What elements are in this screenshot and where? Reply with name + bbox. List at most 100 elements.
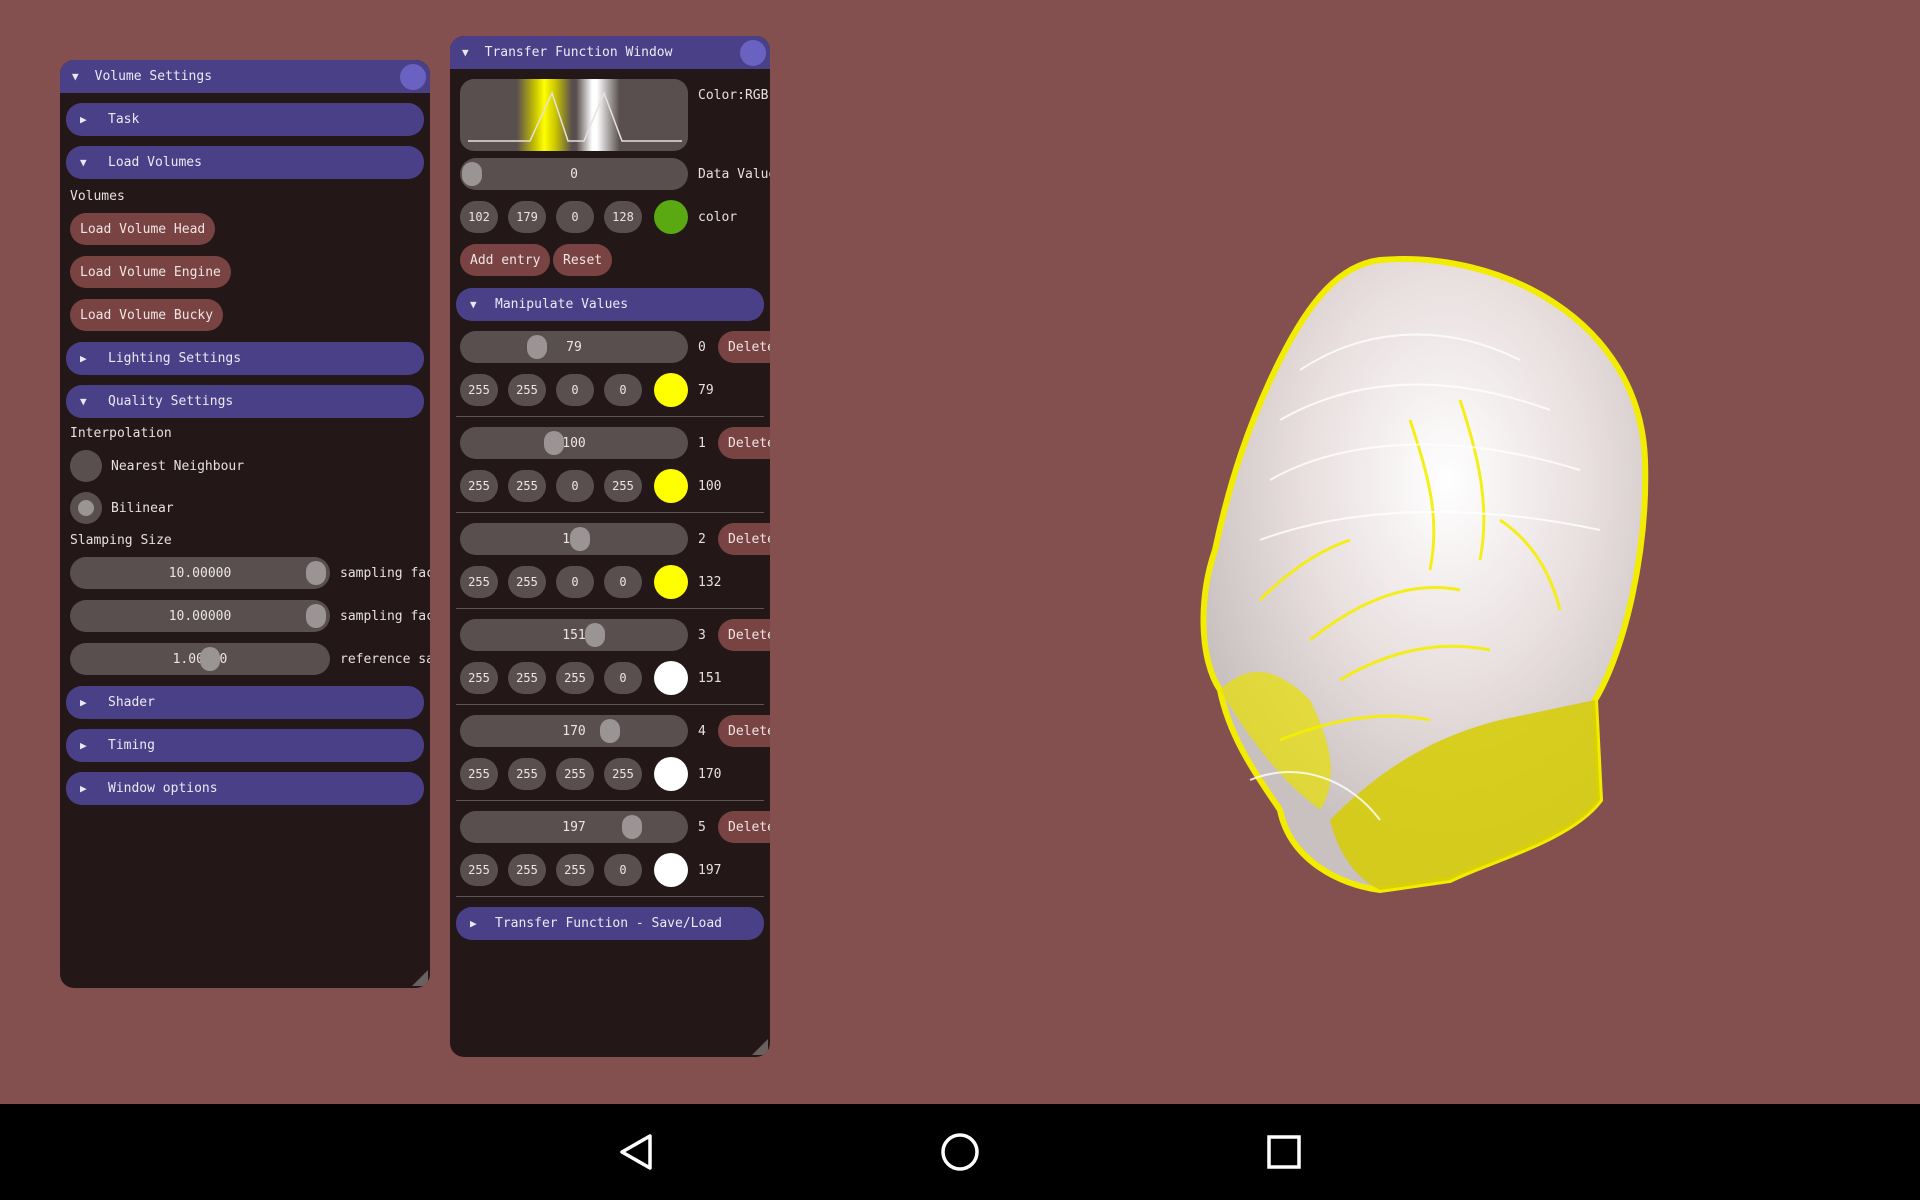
slider-knob[interactable]	[544, 431, 564, 455]
entry-a-input[interactable]: 0	[604, 662, 642, 694]
entry-value-slider[interactable]: 79	[460, 331, 688, 363]
close-window-icon[interactable]	[400, 64, 426, 90]
delete-entry-button[interactable]: Delete	[718, 619, 770, 651]
resize-grip-icon[interactable]	[412, 970, 428, 986]
add-entry-button[interactable]: Add entry	[460, 244, 551, 276]
entry-color-swatch[interactable]	[654, 661, 688, 695]
entry-r-input[interactable]: 255	[460, 566, 498, 598]
delete-entry-button[interactable]: Delete	[718, 331, 770, 363]
header-manipulate-values[interactable]: ▼ Manipulate Values	[456, 288, 764, 321]
data-value-slider[interactable]: 0	[460, 158, 688, 190]
back-triangle-icon[interactable]	[616, 1132, 656, 1172]
slider-knob[interactable]	[622, 815, 642, 839]
header-timing-label: Timing	[108, 738, 155, 753]
volume-settings-window: ▼ Volume Settings ▶ Task ▼ Load Volumes …	[60, 60, 430, 988]
sampling-factor-slider-1[interactable]: 10.00000	[70, 557, 330, 589]
entry-r-input[interactable]: 255	[460, 758, 498, 790]
delete-entry-button[interactable]: Delete	[718, 523, 770, 555]
entry-b-input[interactable]: 0	[556, 566, 594, 598]
entry-b-input[interactable]: 255	[556, 758, 594, 790]
entry-r-input[interactable]: 255	[460, 854, 498, 886]
interpolation-label: Interpolation	[70, 426, 172, 441]
header-quality-settings[interactable]: ▼ Quality Settings	[66, 385, 424, 418]
header-lighting-settings[interactable]: ▶ Lighting Settings	[66, 342, 424, 375]
head-volume-render	[1200, 256, 1649, 894]
slider-knob[interactable]	[306, 604, 326, 628]
entry-g-input[interactable]: 255	[508, 470, 546, 502]
entry-r-input[interactable]: 255	[460, 374, 498, 406]
entry-b-input[interactable]: 0	[556, 470, 594, 502]
entry-separator	[456, 512, 764, 513]
header-load-volumes[interactable]: ▼ Load Volumes	[66, 146, 424, 179]
entry-b-input[interactable]: 255	[556, 662, 594, 694]
header-window-options[interactable]: ▶ Window options	[66, 772, 424, 805]
delete-entry-button[interactable]: Delete	[718, 427, 770, 459]
entry-color-swatch[interactable]	[654, 373, 688, 407]
slider-knob[interactable]	[585, 623, 605, 647]
collapse-arrow-icon[interactable]: ▼	[462, 46, 469, 59]
load-volume-head-button[interactable]: Load Volume Head	[70, 213, 216, 245]
color-swatch[interactable]	[654, 200, 688, 234]
entry-b-input[interactable]: 255	[556, 854, 594, 886]
entry-color-swatch[interactable]	[654, 565, 688, 599]
slider-knob[interactable]	[200, 647, 220, 671]
entry-color-swatch[interactable]	[654, 469, 688, 503]
close-window-icon[interactable]	[740, 40, 766, 66]
entry-value-slider[interactable]: 151	[460, 619, 688, 651]
transfer-function-preview[interactable]	[460, 79, 688, 151]
collapse-arrow-icon: ▼	[470, 298, 477, 311]
volume-render-viewport[interactable]	[1080, 220, 1700, 900]
entry-color-swatch[interactable]	[654, 757, 688, 791]
delete-entry-button[interactable]: Delete	[718, 811, 770, 843]
transfer-function-window: ▼ Transfer Function Window Color:RGB 0 D…	[450, 36, 770, 1057]
volume-settings-title-bar[interactable]: ▼ Volume Settings	[60, 60, 430, 93]
header-timing[interactable]: ▶ Timing	[66, 729, 424, 762]
header-save-load[interactable]: ▶ Transfer Function - Save/Load	[456, 907, 764, 940]
entry-a-input[interactable]: 255	[604, 470, 642, 502]
slider-knob[interactable]	[306, 561, 326, 585]
reference-sampling-slider[interactable]: 1.00000	[70, 643, 330, 675]
slider-value: 197	[562, 819, 586, 835]
collapse-arrow-icon[interactable]: ▼	[72, 70, 79, 83]
load-volume-bucky-button[interactable]: Load Volume Bucky	[70, 299, 224, 331]
header-task[interactable]: ▶ Task	[66, 103, 424, 136]
header-shader[interactable]: ▶ Shader	[66, 686, 424, 719]
entry-r-input[interactable]: 255	[460, 470, 498, 502]
color-a-input[interactable]: 128	[604, 201, 642, 233]
entry-g-input[interactable]: 255	[508, 662, 546, 694]
entry-a-input[interactable]: 0	[604, 854, 642, 886]
entry-g-input[interactable]: 255	[508, 566, 546, 598]
radio-nearest-neighbour[interactable]	[70, 450, 102, 482]
reset-button[interactable]: Reset	[553, 244, 613, 276]
slider-value: 100	[562, 435, 586, 451]
radio-bilinear[interactable]	[70, 492, 102, 524]
recents-square-icon[interactable]	[1266, 1134, 1302, 1170]
slider-knob[interactable]	[570, 527, 590, 551]
entry-value-slider[interactable]: 132	[460, 523, 688, 555]
sampling-factor-slider-2[interactable]: 10.00000	[70, 600, 330, 632]
entry-value-slider[interactable]: 100	[460, 427, 688, 459]
transfer-function-title-bar[interactable]: ▼ Transfer Function Window	[450, 36, 770, 69]
entry-g-input[interactable]: 255	[508, 374, 546, 406]
entry-a-input[interactable]: 0	[604, 566, 642, 598]
home-circle-icon[interactable]	[940, 1132, 980, 1172]
entry-b-input[interactable]: 0	[556, 374, 594, 406]
entry-color-swatch[interactable]	[654, 853, 688, 887]
color-b-input[interactable]: 0	[556, 201, 594, 233]
slider-knob[interactable]	[527, 335, 547, 359]
entry-g-input[interactable]: 255	[508, 854, 546, 886]
color-g-input[interactable]: 179	[508, 201, 546, 233]
entry-value-slider[interactable]: 170	[460, 715, 688, 747]
color-r-input[interactable]: 102	[460, 201, 498, 233]
entry-r-input[interactable]: 255	[460, 662, 498, 694]
slider-knob[interactable]	[462, 162, 482, 186]
entry-g-input[interactable]: 255	[508, 758, 546, 790]
load-volume-engine-button[interactable]: Load Volume Engine	[70, 256, 231, 288]
resize-grip-icon[interactable]	[752, 1039, 768, 1055]
slider-knob[interactable]	[600, 719, 620, 743]
delete-entry-button[interactable]: Delete	[718, 715, 770, 747]
entry-a-input[interactable]: 255	[604, 758, 642, 790]
entry-value-label: 79	[698, 383, 714, 398]
entry-value-slider[interactable]: 197	[460, 811, 688, 843]
entry-a-input[interactable]: 0	[604, 374, 642, 406]
